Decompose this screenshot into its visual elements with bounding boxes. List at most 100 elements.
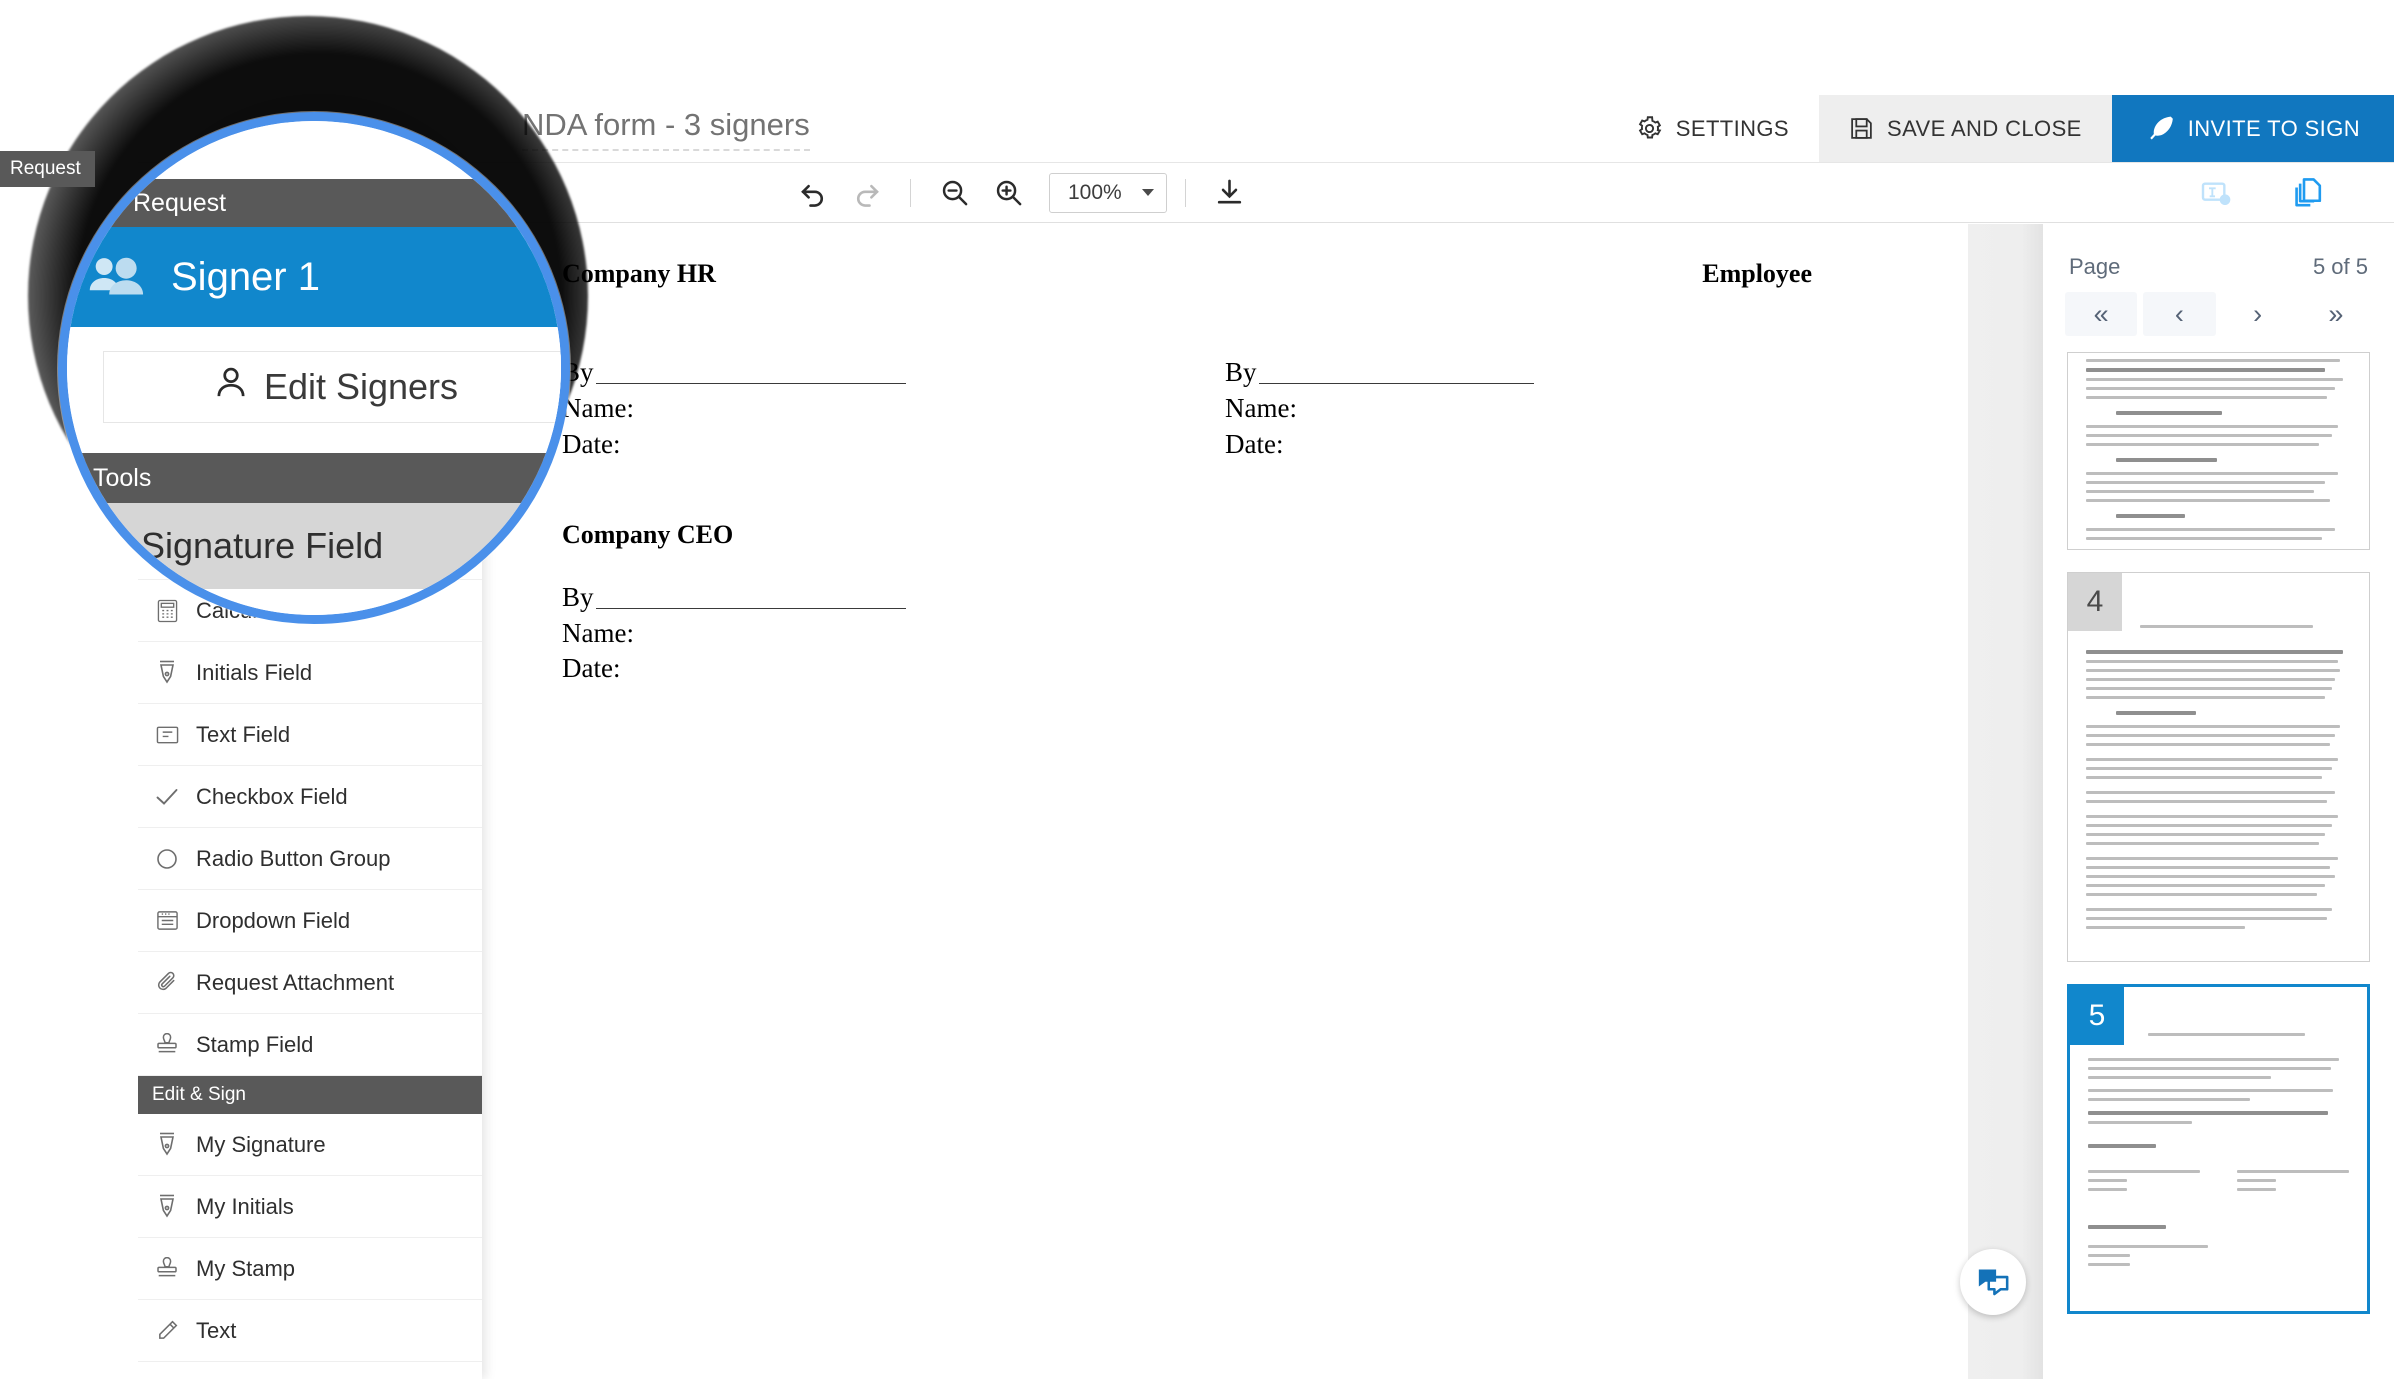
- magnified-signer-row[interactable]: Signer 1: [67, 227, 561, 327]
- sidebar-tool-stamp-field[interactable]: Stamp Field: [138, 1014, 482, 1076]
- signature-block-employee: Employee By Name: Date:: [1225, 259, 1888, 462]
- pen-nib-icon: [154, 1194, 180, 1220]
- sidebar-tool-label: My Stamp: [196, 1255, 296, 1281]
- stamp-icon: [154, 1032, 180, 1057]
- sidebar-tool-label: My Initials: [196, 1193, 294, 1219]
- signature-rule[interactable]: [595, 382, 906, 384]
- signers-group-icon: [87, 253, 145, 302]
- settings-button[interactable]: SETTINGS: [1605, 95, 1820, 162]
- toolbar-divider-2: [1185, 178, 1186, 207]
- undo-button[interactable]: [788, 171, 838, 215]
- manage-fields-icon[interactable]: [2192, 171, 2242, 215]
- sidebar-tool-text[interactable]: Text: [138, 1300, 482, 1362]
- settings-label: SETTINGS: [1675, 115, 1790, 141]
- magnified-edit-signers-button[interactable]: Edit Signers: [103, 351, 561, 423]
- signature-block-title: Company HR: [562, 259, 716, 289]
- by-label: By: [1225, 357, 1257, 388]
- invite-to-sign-button[interactable]: INVITE TO SIGN: [2111, 95, 2394, 162]
- document-viewport[interactable]: are or may be competitive with the produ…: [482, 224, 2042, 1379]
- document-page: are or may be competitive with the produ…: [482, 224, 1968, 688]
- screen-root: si NDA form - 3 signers SETTINGS: [0, 0, 2394, 1379]
- copy-pages-icon[interactable]: [2284, 171, 2334, 215]
- magnifier-lens: Request Signer 1 Edit Signers Tools Sign…: [58, 112, 570, 624]
- last-page-button[interactable]: »: [2300, 292, 2372, 336]
- document-title-area: NDA form - 3 signers: [482, 95, 1606, 162]
- paperclip-icon: [154, 970, 180, 995]
- date-label: Date:: [562, 653, 621, 684]
- pen-nib-icon: [154, 660, 180, 686]
- signature-block-company-ceo: Company CEO By Name: Date:: [562, 520, 1225, 687]
- sidebar-tool-dropdown-field[interactable]: Dropdown Field: [138, 890, 482, 952]
- document-gutter: [1968, 224, 2042, 1379]
- magnified-edit-signers-container: Edit Signers: [67, 327, 561, 453]
- magnified-signer-name: Signer 1: [171, 254, 320, 299]
- magnified-section-request: Request: [67, 179, 561, 227]
- sidebar-tool-label: My Signature: [196, 1131, 326, 1157]
- save-and-close-button[interactable]: SAVE AND CLOSE: [1819, 95, 2112, 162]
- sidebar-tool-my-initials[interactable]: My Initials: [138, 1176, 482, 1238]
- sidebar-tool-label: Stamp Field: [196, 1031, 314, 1057]
- chevron-down-icon: [1142, 189, 1154, 196]
- comments-fab-button[interactable]: [1960, 1249, 2026, 1315]
- sidebar-tool-label: Checkbox Field: [196, 783, 348, 809]
- sidebar-tool-radio-button-group[interactable]: Radio Button Group: [138, 828, 482, 890]
- signature-blocks-row-1: Company HR By Name: Date: Employee By Na…: [562, 259, 1888, 462]
- signature-rule[interactable]: [1258, 382, 1534, 384]
- download-button[interactable]: [1204, 171, 1254, 215]
- sidebar-tool-todays-date[interactable]: Today's Date: [138, 1362, 482, 1379]
- page-thumbnail-selected[interactable]: 5: [2067, 984, 2370, 1314]
- magnified-tool-signature-field[interactable]: Signature Field: [67, 503, 561, 589]
- sidebar-tool-label: Text Field: [196, 721, 291, 747]
- magnified-section-tools: Tools: [67, 453, 561, 503]
- quill-icon: [2146, 114, 2175, 143]
- pages-panel: Page 5 of 5 « ‹ › » 4 5: [2042, 224, 2394, 1379]
- signature-block-company-hr: Company HR By Name: Date:: [562, 259, 1225, 462]
- signature-block-lines: By Name: Date:: [1225, 355, 1888, 462]
- next-page-button[interactable]: ›: [2222, 292, 2294, 336]
- toolbar-divider: [910, 178, 911, 207]
- magnifier-content: Request Signer 1 Edit Signers Tools Sign…: [67, 121, 561, 615]
- zoom-out-button[interactable]: [929, 171, 979, 215]
- person-icon: [216, 366, 246, 408]
- date-label: Date:: [1225, 428, 1284, 459]
- save-and-close-label: SAVE AND CLOSE: [1887, 115, 2082, 141]
- name-label: Name:: [562, 617, 634, 648]
- signature-rule[interactable]: [595, 607, 906, 609]
- sidebar-tool-my-stamp[interactable]: My Stamp: [138, 1238, 482, 1300]
- name-label: Name:: [1225, 392, 1297, 423]
- name-label: Name:: [562, 392, 634, 423]
- radio-circle-icon: [154, 848, 180, 870]
- page-thumbnail[interactable]: 4: [2067, 572, 2370, 962]
- signature-block-lines: By Name: Date:: [562, 580, 1225, 687]
- sidebar-tool-label: Dropdown Field: [196, 907, 351, 933]
- pages-navigation: « ‹ › »: [2043, 280, 2394, 336]
- sidebar-tool-request-attachment[interactable]: Request Attachment: [138, 952, 482, 1014]
- zoom-in-button[interactable]: [983, 171, 1033, 215]
- document-title[interactable]: NDA form - 3 signers: [522, 106, 810, 151]
- pen-nib-icon: [89, 522, 119, 570]
- by-label: By: [562, 582, 594, 613]
- redo-button[interactable]: [842, 171, 892, 215]
- page-thumbnail[interactable]: [2067, 352, 2370, 550]
- sidebar-tool-my-signature[interactable]: My Signature: [138, 1114, 482, 1176]
- sidebar-tool-checkbox-field[interactable]: Checkbox Field: [138, 766, 482, 828]
- page-thumbnails: 4 5: [2043, 336, 2394, 1314]
- toolbar-right-group: [2192, 171, 2334, 215]
- prev-page-button[interactable]: ‹: [2143, 292, 2216, 336]
- pages-panel-header: Page 5 of 5: [2043, 224, 2394, 280]
- toolbar-center-group: 100%: [788, 171, 1254, 215]
- signature-block-title: Employee: [1702, 259, 1812, 289]
- pages-count: 5 of 5: [2312, 254, 2368, 279]
- invite-to-sign-label: INVITE TO SIGN: [2187, 115, 2360, 141]
- stamp-icon: [154, 1256, 180, 1281]
- checkmark-icon: [154, 787, 180, 807]
- zoom-level-value: 100%: [1068, 180, 1122, 204]
- first-page-button[interactable]: «: [2065, 292, 2138, 336]
- signature-blocks-row-2: Company CEO By Name: Date:: [562, 520, 1888, 687]
- date-label: Date:: [562, 428, 621, 459]
- topbar-actions: SETTINGS SAVE AND CLOSE INVITE TO SIGN: [1605, 95, 2394, 162]
- zoom-level-select[interactable]: 100%: [1049, 172, 1167, 213]
- sidebar-tool-text-field[interactable]: Text Field: [138, 704, 482, 766]
- signature-block-lines: By Name: Date:: [562, 355, 1225, 462]
- sidebar-tool-initials-field[interactable]: Initials Field: [138, 642, 482, 704]
